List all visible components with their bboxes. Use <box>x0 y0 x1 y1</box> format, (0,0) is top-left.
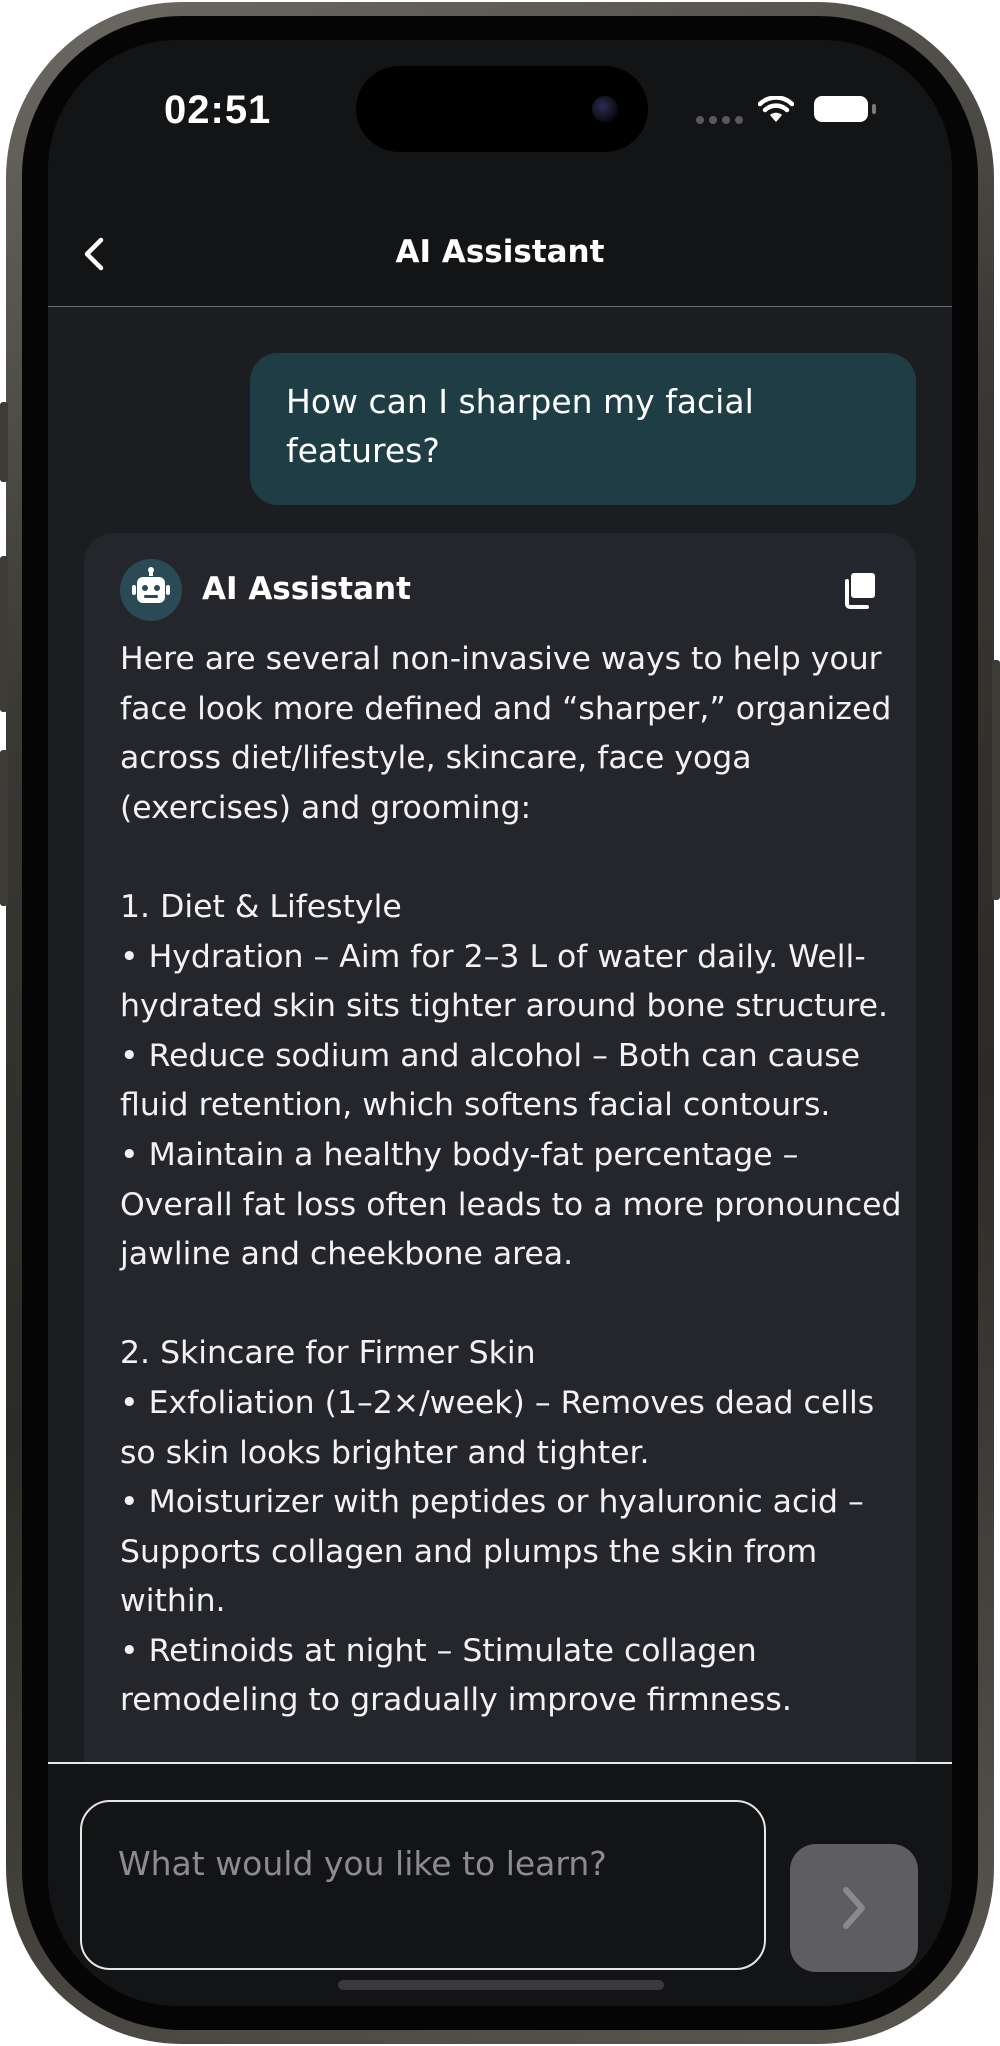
message-input-placeholder: What would you like to learn? <box>118 1844 607 1883</box>
user-message-text: How can I sharpen my facial features? <box>286 382 754 470</box>
assistant-message-card: AI Assistant Here are several non-invasi… <box>84 533 916 1762</box>
page-title: AI Assistant <box>395 234 605 270</box>
power-button <box>992 660 1000 900</box>
battery-icon <box>814 96 868 122</box>
composer-bar: What would you like to learn? <box>48 1764 952 2006</box>
assistant-message-text: Here are several non-invasive ways to he… <box>120 641 902 1719</box>
wifi-icon <box>758 96 794 122</box>
chevron-right-icon <box>843 1887 865 1929</box>
front-camera-icon <box>592 96 618 122</box>
volume-down-button <box>0 750 8 906</box>
send-button[interactable] <box>790 1844 918 1972</box>
status-time: 02:51 <box>164 88 272 132</box>
robot-icon <box>132 567 170 603</box>
phone-screen: 02:51 AI Assistant How can I sharpen my … <box>48 40 952 2006</box>
home-indicator <box>338 1980 664 1990</box>
message-input[interactable]: What would you like to learn? <box>80 1800 766 1970</box>
dynamic-island <box>356 66 648 152</box>
cellular-signal-icon <box>696 116 743 124</box>
navigation-bar: AI Assistant <box>48 200 952 307</box>
volume-up-button <box>0 556 8 712</box>
assistant-name: AI Assistant <box>202 571 411 607</box>
status-bar: 02:51 <box>48 40 952 200</box>
chat-thread[interactable]: How can I sharpen my facial features? AI… <box>48 308 952 1762</box>
battery-cap <box>872 104 876 114</box>
action-button <box>0 402 8 482</box>
assistant-avatar <box>120 559 182 621</box>
user-message-bubble: How can I sharpen my facial features? <box>250 353 916 505</box>
copy-icon[interactable] <box>844 571 878 609</box>
